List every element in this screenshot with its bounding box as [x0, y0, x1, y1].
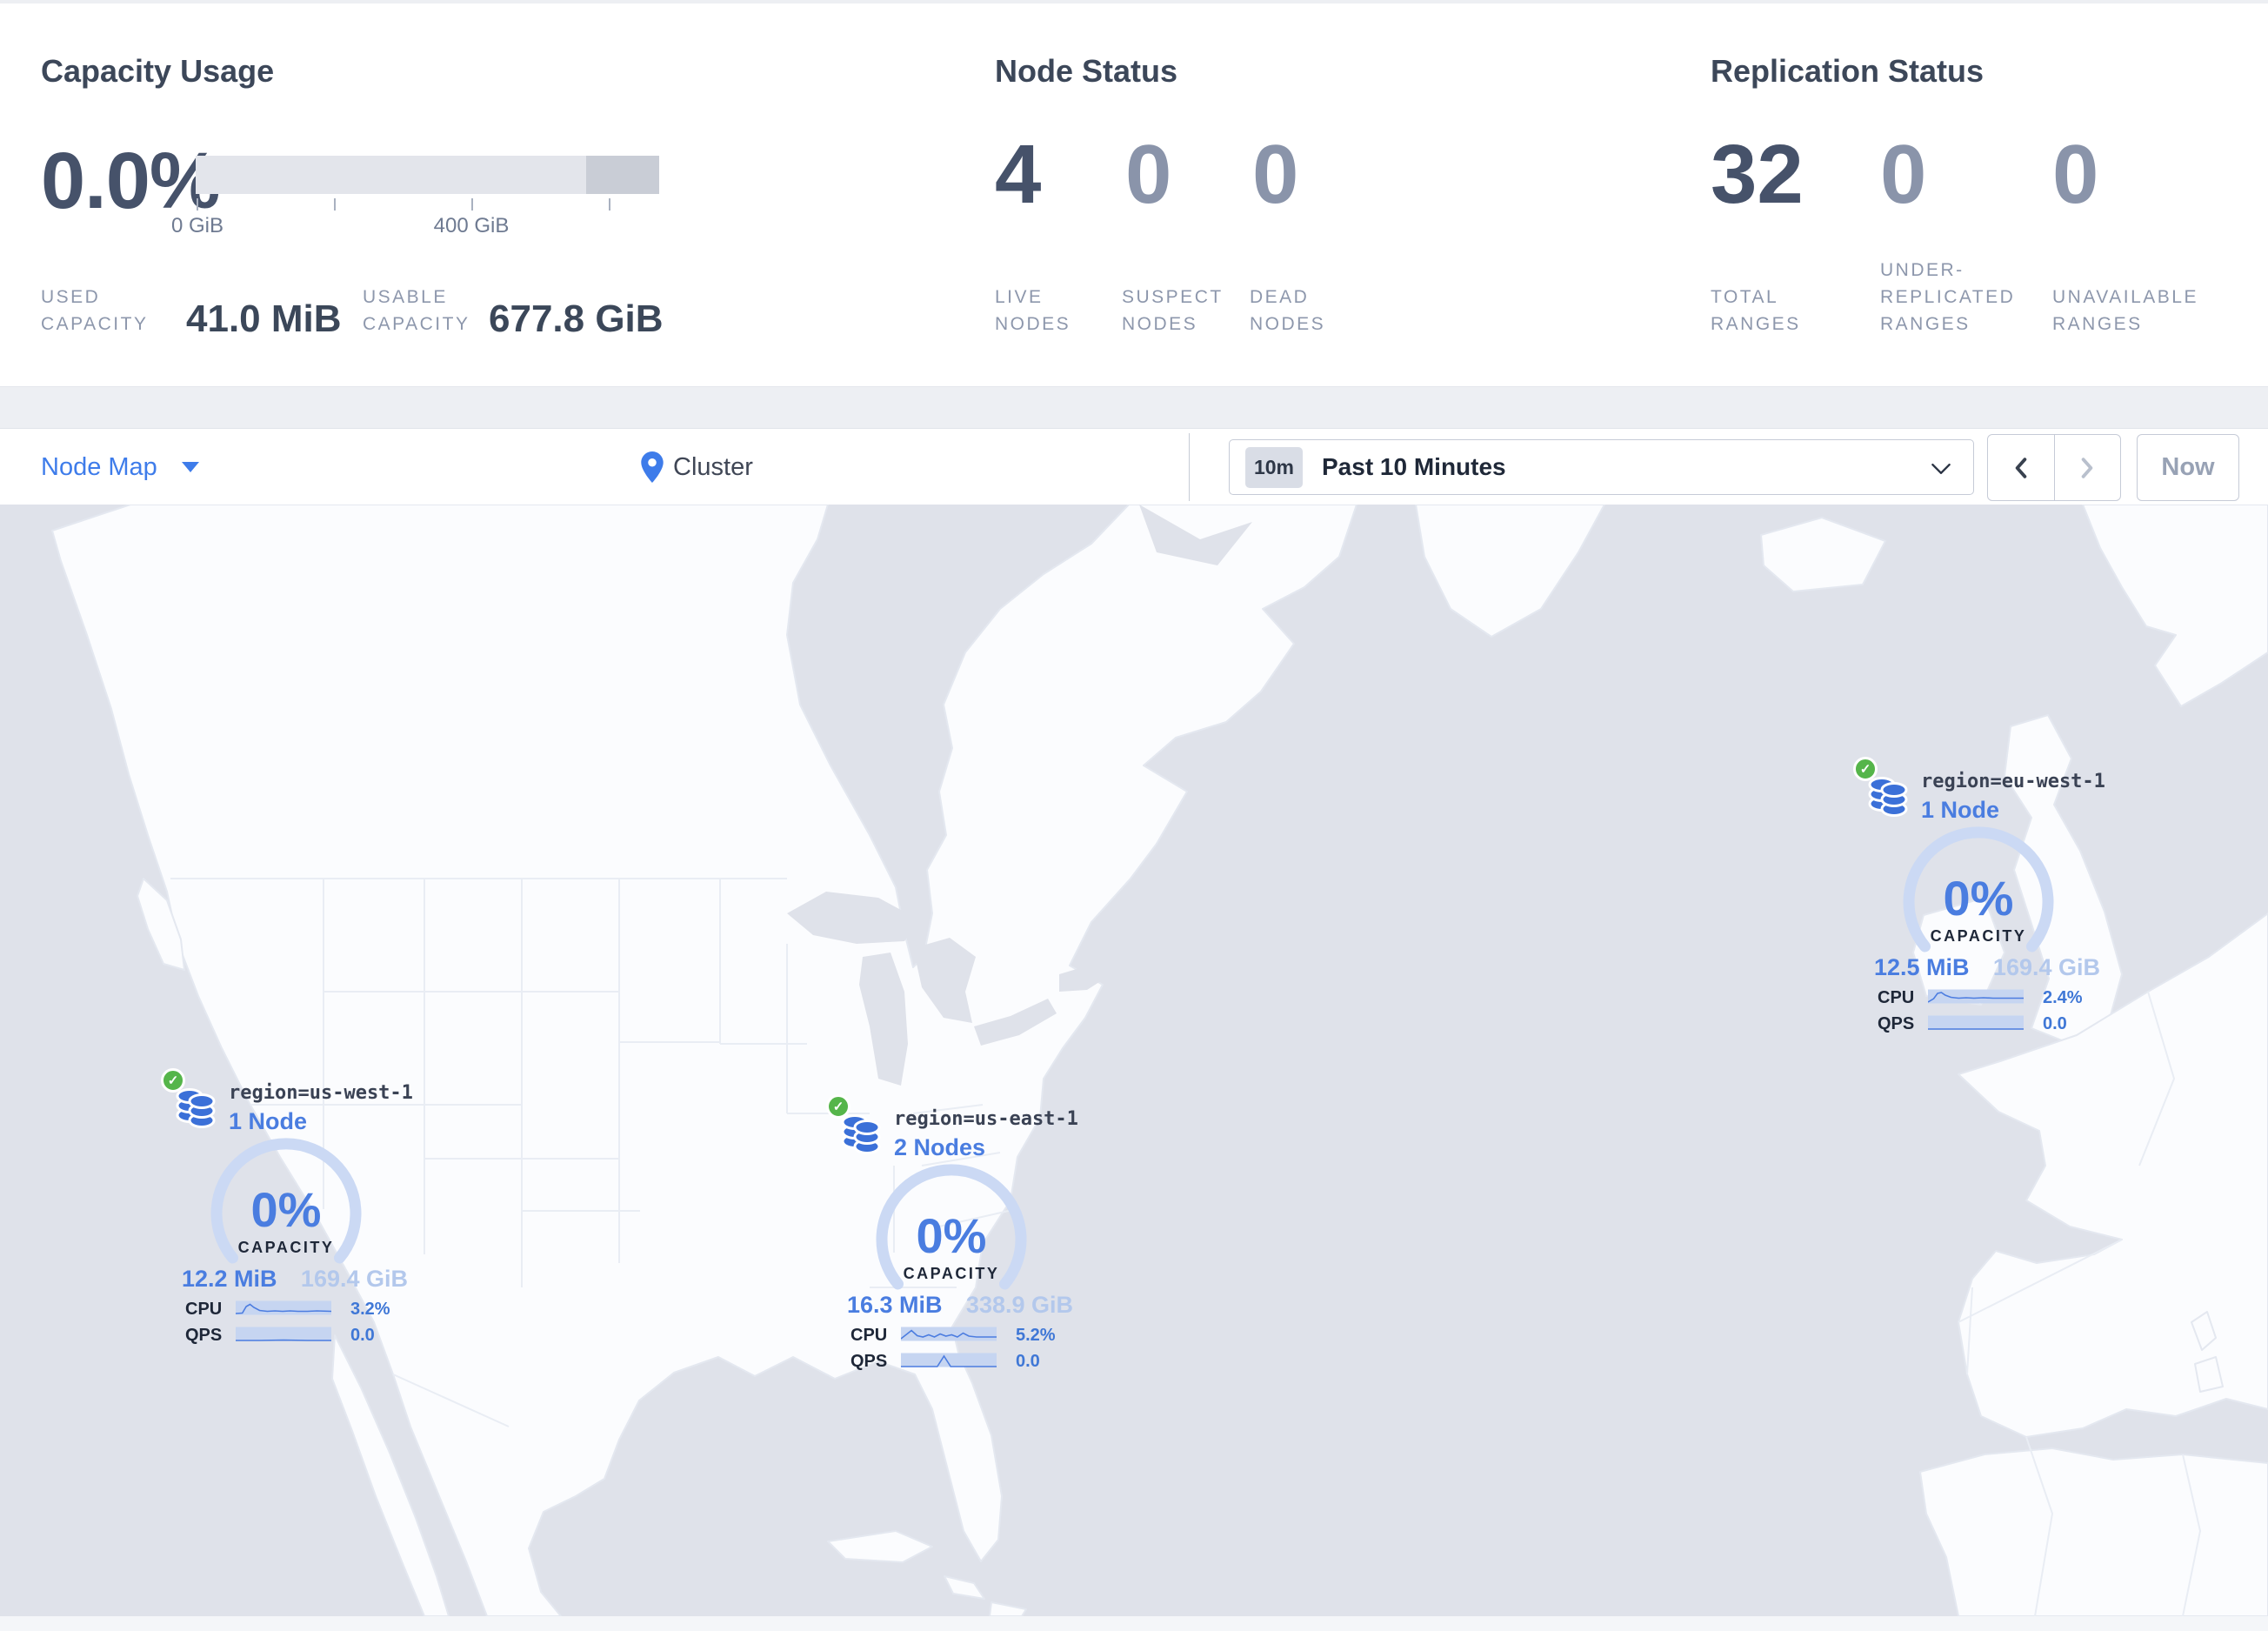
capacity-gauge-label: CAPACITY: [903, 1265, 1000, 1282]
replication-status-title: Replication Status: [1711, 53, 1984, 89]
usable-capacity-label: USABLE CAPACITY: [363, 287, 470, 334]
live-nodes-label: LIVE NODES: [995, 287, 1071, 334]
qps-value: 0.0: [2043, 1014, 2067, 1033]
under-replicated-ranges-value: 0: [1880, 128, 1927, 221]
axis-tick-label: 0 GiB: [170, 214, 224, 237]
region-used-capacity: 16.3 MiB: [847, 1292, 943, 1318]
capacity-gauge-percent: 0%: [250, 1182, 322, 1237]
map-landmass-africa: [1919, 1447, 2268, 1617]
page-bottom-strip: [0, 1616, 2268, 1631]
capacity-bar-reserved-segment: [586, 156, 659, 194]
region-used-capacity: 12.5 MiB: [1874, 954, 1970, 980]
next-time-button[interactable]: [2053, 435, 2121, 500]
used-capacity-value: 41.0 MiB: [186, 297, 342, 340]
qps-label: QPS: [185, 1326, 223, 1345]
qps-value: 0.0: [1016, 1352, 1040, 1371]
axis-tick: [334, 198, 336, 211]
total-ranges-value: 32: [1711, 128, 1804, 221]
region-used-capacity: 12.2 MiB: [182, 1266, 277, 1292]
capacity-gauge-percent: 0%: [916, 1208, 987, 1263]
suspect-nodes-label: SUSPECT NODES: [1122, 287, 1224, 334]
time-range-badge: 10m: [1245, 446, 1303, 488]
axis-tick: [471, 198, 473, 211]
toolbar-divider: [1189, 433, 1190, 501]
cpu-value: 2.4%: [2043, 988, 2083, 1007]
cpu-sparkline: [236, 1300, 331, 1315]
cpu-sparkline: [901, 1327, 997, 1341]
database-icon: [176, 1088, 216, 1128]
view-selector-label: Node Map: [41, 452, 157, 481]
database-icon: [1868, 777, 1908, 817]
time-range-label: Past 10 Minutes: [1322, 453, 1506, 480]
database-icon: [841, 1114, 881, 1154]
capacity-usage-title: Capacity Usage: [41, 53, 275, 89]
region-name: region=us-west-1: [229, 1082, 413, 1104]
breadcrumb-cluster-label: Cluster: [673, 452, 753, 481]
cpu-label: CPU: [850, 1326, 888, 1345]
time-range-dropdown[interactable]: 10m Past 10 Minutes: [1229, 439, 1974, 495]
capacity-gauge-label: CAPACITY: [1930, 927, 2027, 945]
now-button[interactable]: Now: [2137, 434, 2239, 501]
cpu-label: CPU: [1878, 988, 1915, 1007]
dead-nodes-value: 0: [1252, 128, 1299, 221]
total-ranges-label: TOTAL RANGES: [1711, 287, 1801, 334]
prev-time-button[interactable]: [1988, 435, 2054, 500]
map-pin-icon: [641, 451, 664, 483]
cpu-value: 3.2%: [350, 1300, 390, 1319]
region-total-capacity: 169.4 GiB: [300, 1266, 408, 1292]
caret-down-icon: [181, 462, 199, 472]
unavailable-ranges-value: 0: [2052, 128, 2099, 221]
axis-tick-label: 400 GiB: [433, 214, 510, 237]
region-node-count: 1 Node: [229, 1108, 308, 1134]
qps-sparkline: [236, 1327, 331, 1342]
region-total-capacity: 169.4 GiB: [1992, 954, 2100, 980]
view-selector-node-map[interactable]: Node Map: [41, 429, 199, 505]
qps-label: QPS: [1878, 1014, 1915, 1033]
node-map: [0, 504, 2268, 1617]
region-name: region=eu-west-1: [1921, 771, 2105, 792]
cpu-sparkline: [1928, 989, 2024, 1004]
unavailable-ranges-label: UNAVAILABLE RANGES: [2052, 287, 2198, 334]
suspect-nodes-value: 0: [1125, 128, 1172, 221]
qps-value: 0.0: [350, 1326, 375, 1345]
map-toolbar: Node Map Cluster 10m Past 10 Minutes Now: [0, 428, 2268, 505]
world-map: [0, 504, 2268, 1617]
cluster-summary-panel: Capacity Usage 0.0% 0 GiB 400 GiB USED C…: [0, 3, 2268, 387]
node-status-title: Node Status: [995, 53, 1178, 89]
cpu-value: 5.2%: [1016, 1326, 1056, 1345]
region-total-capacity: 338.9 GiB: [965, 1292, 1073, 1318]
under-replicated-ranges-label: UNDER-REPLICATED RANGES: [1880, 260, 2016, 334]
chevron-left-icon: [2015, 457, 2027, 478]
region-card-us-west-1[interactable]: ✓ region=us-west-1 1 Node 0% CAPACITY 12…: [161, 1068, 422, 1355]
region-card-us-east-1[interactable]: ✓ region=us-east-1 2 Nodes 0% CAPACITY 1…: [826, 1094, 1087, 1381]
axis-tick: [197, 198, 198, 211]
dead-nodes-label: DEAD NODES: [1250, 287, 1326, 334]
live-nodes-value: 4: [995, 128, 1042, 221]
region-card-eu-west-1[interactable]: ✓ region=eu-west-1 1 Node 0% CAPACITY 12…: [1853, 757, 2114, 1044]
qps-sparkline: [901, 1353, 997, 1368]
capacity-bar: [196, 156, 659, 194]
capacity-gauge-label: CAPACITY: [237, 1239, 335, 1256]
region-node-count: 1 Node: [1921, 797, 2000, 823]
qps-label: QPS: [850, 1352, 888, 1371]
qps-sparkline: [1928, 1015, 2024, 1031]
chevron-right-icon: [2081, 457, 2093, 478]
region-name: region=us-east-1: [894, 1108, 1078, 1130]
time-step-buttons: [1987, 434, 2121, 501]
used-capacity-label: USED CAPACITY: [41, 287, 149, 334]
chevron-down-icon: [1931, 464, 1951, 474]
usable-capacity-value: 677.8 GiB: [489, 297, 664, 340]
axis-tick: [609, 198, 610, 211]
breadcrumb[interactable]: Cluster: [641, 429, 753, 505]
region-node-count: 2 Nodes: [894, 1134, 986, 1160]
cpu-label: CPU: [185, 1300, 223, 1319]
capacity-gauge-percent: 0%: [1943, 871, 2014, 926]
